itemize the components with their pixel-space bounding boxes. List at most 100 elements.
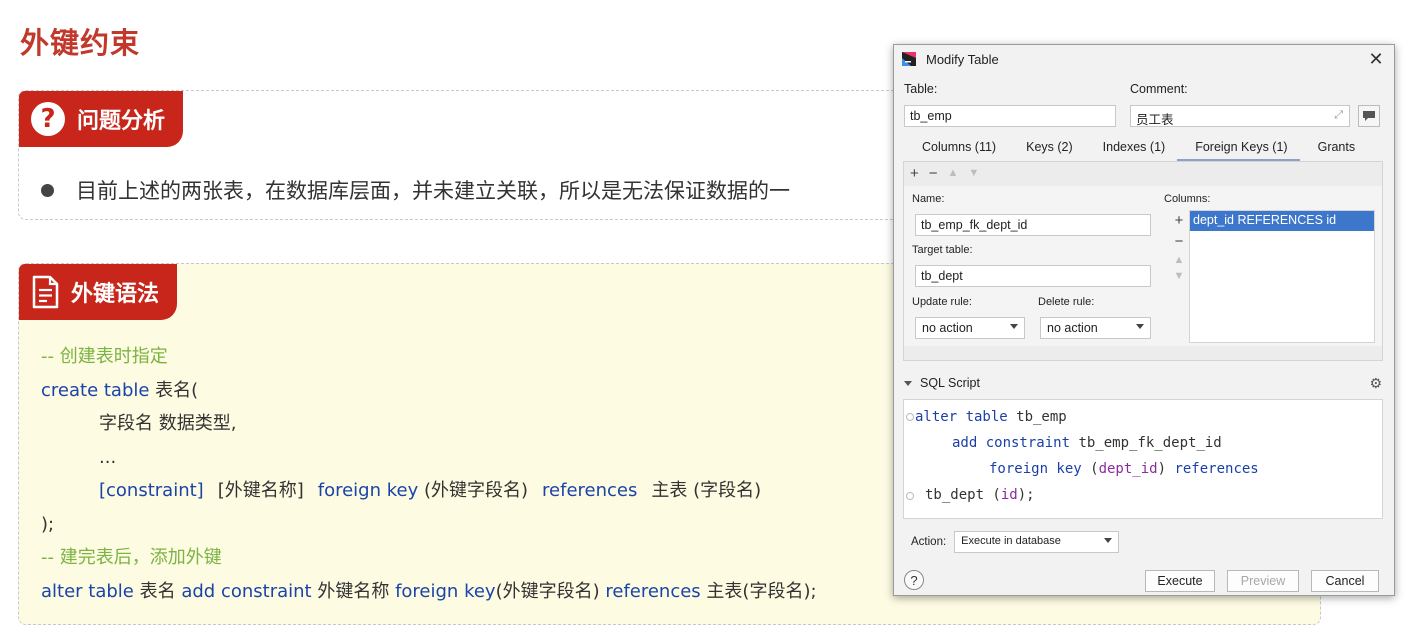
code-close-paren: );: [41, 513, 55, 535]
chevron-down-icon: [1136, 324, 1144, 329]
gear-icon[interactable]: ⚙: [1369, 375, 1382, 392]
document-icon: [32, 275, 59, 309]
tab-columns[interactable]: Columns (11): [904, 137, 1008, 161]
bullet-dot-icon: [41, 183, 54, 197]
sql-ref-column: id: [1000, 487, 1018, 503]
question-icon: ?: [31, 102, 65, 136]
tab-keys[interactable]: Keys (2): [1008, 137, 1085, 161]
target-table-label: Target table:: [912, 244, 973, 256]
problem-bullet-text: 目前上述的两张表，在数据库层面，并未建立关联，所以是无法保证数据的一: [76, 179, 790, 203]
remove-icon[interactable]: −: [929, 165, 938, 182]
delete-rule-value: no action: [1047, 321, 1098, 335]
code-field-line: 字段名 数据类型,: [99, 413, 237, 434]
table-label: Table:: [904, 82, 938, 96]
alter-fk-name: 外键名称: [317, 580, 390, 602]
table-name-input[interactable]: tb_emp: [904, 105, 1116, 127]
sql-script-header[interactable]: SQL Script ⚙: [904, 373, 1382, 393]
syntax-code: -- 创建表时指定 create table 表名( 字段名 数据类型, ...…: [41, 340, 817, 608]
syntax-badge-label: 外键语法: [71, 282, 160, 307]
comment-input[interactable]: 员工表 ⤢: [1130, 105, 1350, 127]
chevron-down-icon: [1010, 324, 1018, 329]
delete-rule-select[interactable]: no action: [1040, 317, 1151, 339]
fk-toolbar: + − ▲ ▼: [904, 162, 1382, 184]
target-table-input[interactable]: tb_dept: [915, 265, 1151, 287]
dialog-tabs: Columns (11) Keys (2) Indexes (1) Foreig…: [904, 137, 1382, 161]
slide-title: 外键约束: [20, 26, 141, 60]
update-rule-select[interactable]: no action: [915, 317, 1025, 339]
code-constraint-line: [constraint] [外键名称] foreign key (外键字段名) ref…: [41, 474, 817, 508]
action-value: Execute in database: [961, 535, 1061, 547]
collapse-icon[interactable]: [904, 380, 912, 386]
alter-references-keyword: references: [605, 580, 701, 602]
alter-fk-field: (外键字段名): [495, 580, 600, 602]
remove-column-icon[interactable]: −: [1175, 233, 1184, 250]
fk-columns-label: Columns:: [1164, 193, 1211, 205]
update-rule-label: Update rule:: [912, 296, 972, 308]
speech-bubble-icon: [1363, 111, 1375, 121]
alter-table-keyword: alter table: [41, 580, 134, 602]
references-keyword: references: [542, 480, 638, 501]
columns-toolbar: + − ▲ ▼: [1170, 210, 1188, 343]
sql-add-constraint-keyword: add constraint: [952, 435, 1071, 451]
code-ellipsis: ...: [99, 446, 117, 468]
target-table-value: tb_dept: [921, 269, 963, 283]
chevron-down-icon: [1104, 538, 1113, 543]
fk-column-item[interactable]: dept_id REFERENCES id: [1190, 211, 1374, 231]
fk-name-value: tb_emp_fk_dept_id: [921, 218, 1028, 232]
create-table-rest: 表名(: [149, 379, 199, 401]
alter-foreign-key-keyword: foreign key: [395, 580, 496, 602]
sql-editor[interactable]: alter table tb_emp add constraint tb_emp…: [903, 399, 1383, 519]
foreign-keys-panel: + − ▲ ▼ Name: Columns: tb_emp_fk_dept_id…: [903, 161, 1383, 361]
move-down-icon[interactable]: ▼: [968, 167, 979, 179]
move-up-icon[interactable]: ▲: [948, 167, 959, 179]
fk-detail: Name: Columns: tb_emp_fk_dept_id Target …: [904, 186, 1382, 346]
dialog-titlebar[interactable]: Modify Table ✕: [894, 45, 1394, 73]
comment-value: 员工表: [1136, 113, 1174, 127]
sql-line-1: alter table tb_emp: [904, 404, 1382, 430]
code-create-line: create table 表名(: [41, 374, 817, 408]
table-name-value: tb_emp: [910, 109, 952, 123]
column-up-icon[interactable]: ▲: [1174, 254, 1185, 266]
add-column-icon[interactable]: +: [1175, 212, 1184, 229]
delete-rule-label: Delete rule:: [1038, 296, 1095, 308]
code-alter-line: alter table 表名 add constraint 外键名称 forei…: [41, 575, 817, 609]
sql-script-label: SQL Script: [920, 376, 980, 390]
action-select[interactable]: Execute in database: [954, 531, 1120, 553]
column-down-icon[interactable]: ▼: [1174, 270, 1185, 282]
foreign-key-keyword: foreign key: [317, 480, 419, 501]
code-comment-create: -- 创建表时指定: [41, 346, 168, 367]
sql-line-3: foreign key (dept_id) references: [904, 456, 1382, 482]
action-row: Action: Execute in database: [911, 531, 1120, 553]
cancel-button[interactable]: Cancel: [1311, 570, 1379, 592]
comment-edit-button[interactable]: [1358, 105, 1380, 127]
constraint-keyword: [constraint]: [99, 480, 204, 501]
sql-references-keyword: references: [1174, 461, 1259, 477]
fk-name-input[interactable]: tb_emp_fk_dept_id: [915, 214, 1151, 236]
main-table: 主表 (字段名): [651, 480, 762, 501]
tab-grants[interactable]: Grants: [1300, 137, 1368, 161]
sql-table-name: tb_emp: [1007, 409, 1067, 425]
fk-field: (外键字段名): [423, 480, 529, 501]
help-button[interactable]: ?: [904, 570, 924, 590]
sql-line-2: add constraint tb_emp_fk_dept_id: [904, 430, 1382, 456]
datagrip-app-icon: [902, 52, 916, 66]
add-icon[interactable]: +: [910, 165, 919, 182]
sql-fk-column: dept_id: [1098, 461, 1158, 477]
preview-button[interactable]: Preview: [1227, 570, 1299, 592]
fk-name-label: Name:: [912, 193, 945, 205]
sql-end: );: [1017, 487, 1035, 503]
add-constraint-keyword: add constraint: [181, 580, 312, 602]
sql-paren-close: ): [1157, 461, 1175, 477]
sql-constraint-name: tb_emp_fk_dept_id: [1070, 435, 1222, 451]
sql-alter-table-keyword: alter table: [915, 409, 1008, 425]
fold-marker-icon[interactable]: [906, 413, 914, 421]
dialog-title: Modify Table: [926, 51, 999, 67]
tab-foreign-keys[interactable]: Foreign Keys (1): [1177, 137, 1300, 161]
fk-columns-list: dept_id REFERENCES id: [1189, 210, 1375, 343]
tab-indexes[interactable]: Indexes (1): [1085, 137, 1178, 161]
expand-icon[interactable]: ⤢: [1334, 109, 1343, 122]
fold-marker-icon[interactable]: [906, 492, 914, 500]
close-icon[interactable]: ✕: [1366, 49, 1386, 70]
execute-button[interactable]: Execute: [1145, 570, 1215, 592]
create-table-keyword: create table: [41, 379, 150, 401]
